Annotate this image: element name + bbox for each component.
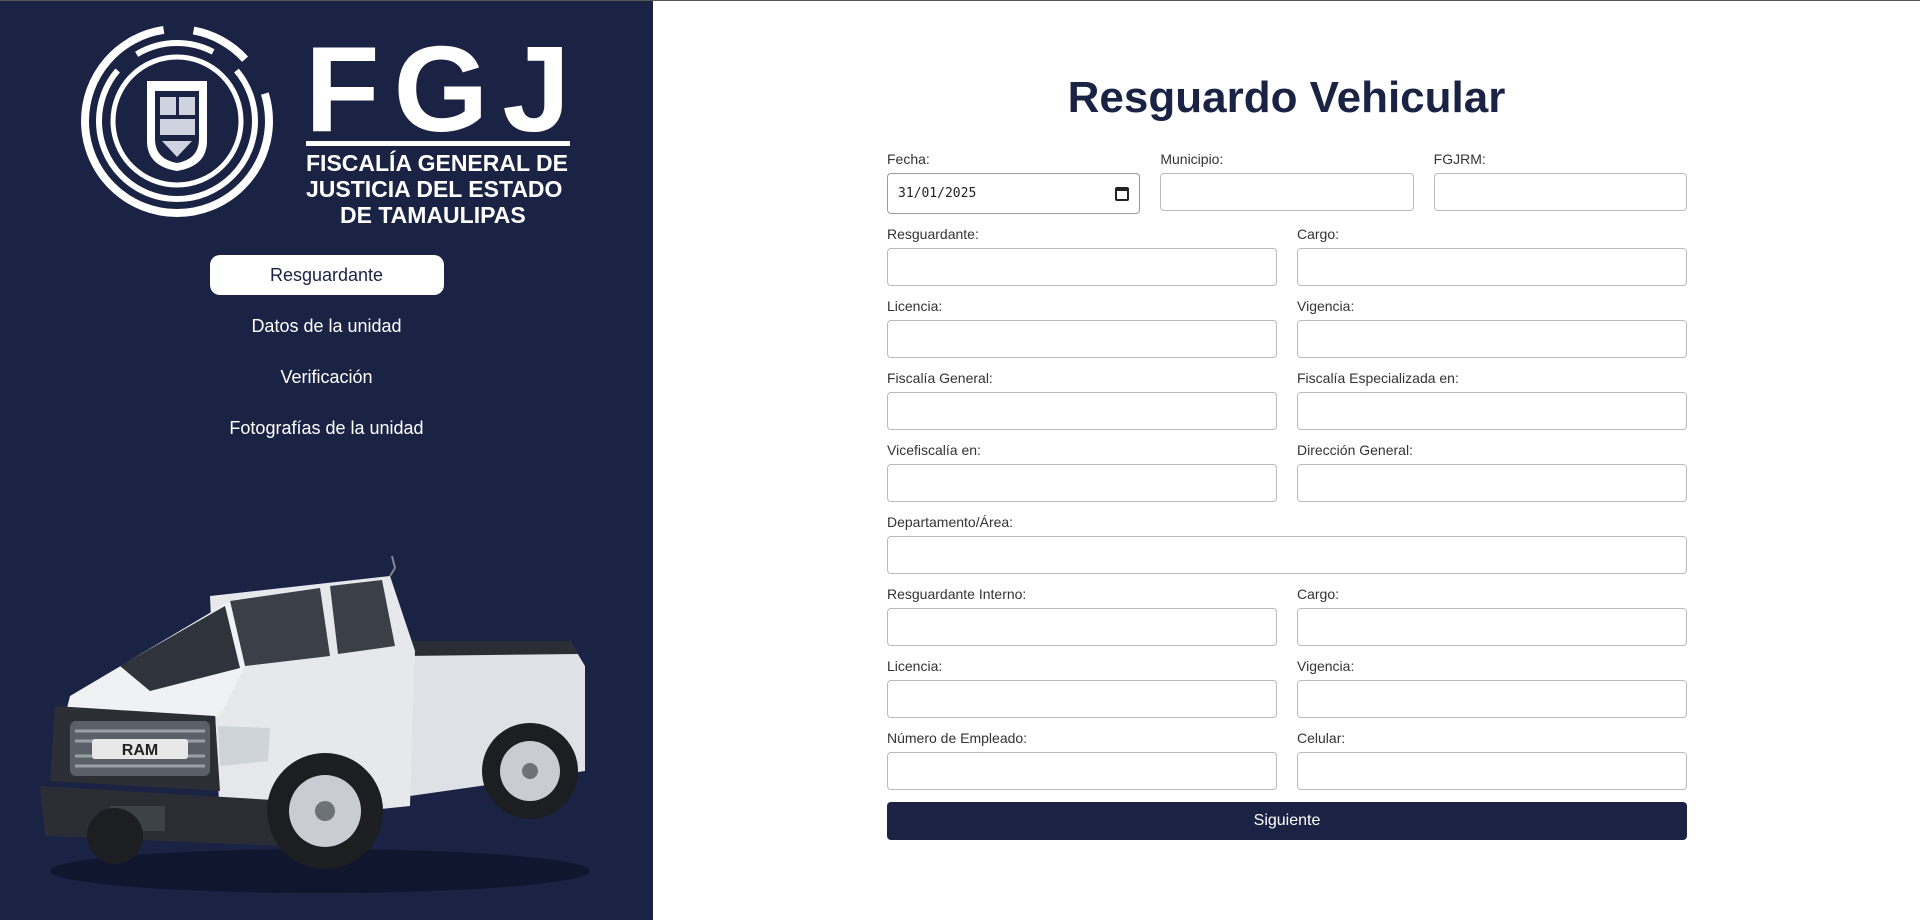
siguiente-button[interactable]: Siguiente [887, 802, 1687, 840]
cargo-label: Cargo: [1297, 226, 1340, 242]
fgjrm-label: FGJRM: [1433, 151, 1486, 167]
vicefiscalia-label: Vicefiscalía en: [887, 442, 981, 458]
resguardante-field-group: Resguardante: [887, 226, 1277, 286]
fiscalia-general-label: Fiscalía General: [887, 370, 993, 386]
licencia-interno-label: Licencia: [887, 658, 943, 674]
logo-line-1: FISCALÍA GENERAL DE [306, 149, 568, 176]
sidebar-nav: Resguardante Datos de la unidad Verifica… [0, 255, 653, 459]
vigencia-interno-field-group: Vigencia: [1297, 658, 1687, 718]
licencia-label: Licencia: [887, 298, 943, 314]
licencia-field-group: Licencia: [887, 298, 1277, 358]
cargo-field-group: Cargo: [1297, 226, 1687, 286]
direccion-general-label: Dirección General: [1297, 442, 1413, 458]
municipio-field-group: Municipio: [1160, 151, 1414, 214]
main-content: Resguardo Vehicular Fecha: 31/01/2025 Mu… [653, 1, 1920, 920]
direccion-general-field-group: Dirección General: [1297, 442, 1687, 502]
celular-field-group: Celular: [1297, 730, 1687, 790]
sidebar: FGJ FISCALÍA GENERAL DE JUSTICIA DEL EST… [0, 1, 653, 920]
nav-item-fotografias[interactable]: Fotografías de la unidad [210, 408, 444, 448]
vicefiscalia-input[interactable] [887, 464, 1277, 502]
calendar-icon[interactable] [1115, 186, 1130, 201]
numero-empleado-label: Número de Empleado: [887, 730, 1028, 746]
truck-badge: RAM [122, 742, 158, 759]
fiscalia-especializada-field-group: Fiscalía Especializada en: [1297, 370, 1687, 430]
municipio-label: Municipio: [1160, 151, 1224, 167]
celular-input[interactable] [1297, 752, 1687, 790]
vigencia-interno-label: Vigencia: [1297, 658, 1355, 674]
vigencia-field-group: Vigencia: [1297, 298, 1687, 358]
form-row: Licencia: Vigencia: [887, 298, 1687, 358]
fgj-logo: FGJ FISCALÍA GENERAL DE JUSTICIA DEL EST… [81, 21, 580, 226]
licencia-interno-field-group: Licencia: [887, 658, 1277, 718]
logo-line-3: DE TAMAULIPAS [340, 202, 526, 226]
resguardante-interno-field-group: Resguardante Interno: [887, 586, 1277, 646]
celular-label: Celular: [1297, 730, 1346, 746]
form-row: Fiscalía General: Fiscalía Especializada… [887, 370, 1687, 430]
vigencia-input[interactable] [1297, 320, 1687, 358]
form-row: Vicefiscalía en: Dirección General: [887, 442, 1687, 502]
nav-item-datos-unidad[interactable]: Datos de la unidad [210, 306, 444, 346]
logo-line-2: JUSTICIA DEL ESTADO [306, 176, 562, 202]
resguardante-interno-input[interactable] [887, 608, 1277, 646]
resguardo-form: Fecha: 31/01/2025 Municipio: FGJRM: Resg… [887, 151, 1687, 840]
cargo-input[interactable] [1297, 248, 1687, 286]
nav-item-verificacion[interactable]: Verificación [210, 357, 444, 397]
cargo-interno-field-group: Cargo: [1297, 586, 1687, 646]
cargo-interno-label: Cargo: [1297, 586, 1340, 602]
logo-letters: FGJ [305, 21, 580, 157]
fiscalia-especializada-label: Fiscalía Especializada en: [1297, 370, 1459, 386]
departamento-input[interactable] [887, 536, 1687, 574]
pickup-truck-image: RAM [40, 556, 590, 893]
page-title: Resguardo Vehicular [1067, 73, 1506, 122]
fecha-field-group: Fecha: 31/01/2025 [887, 151, 1141, 214]
form-row: Número de Empleado: Celular: [887, 730, 1687, 790]
fiscalia-especializada-input[interactable] [1297, 392, 1687, 430]
municipio-input[interactable] [1160, 173, 1414, 211]
resguardante-label: Resguardante: [887, 226, 979, 242]
numero-empleado-input[interactable] [887, 752, 1277, 790]
fiscalia-general-field-group: Fiscalía General: [887, 370, 1277, 430]
departamento-field-group: Departamento/Área: [887, 514, 1687, 574]
direccion-general-input[interactable] [1297, 464, 1687, 502]
vigencia-interno-input[interactable] [1297, 680, 1687, 718]
fgjrm-input[interactable] [1433, 173, 1687, 211]
seal-icon [81, 25, 273, 217]
licencia-input[interactable] [887, 320, 1277, 358]
fecha-label: Fecha: [887, 151, 930, 167]
form-row: Licencia: Vigencia: [887, 658, 1687, 718]
resguardante-interno-label: Resguardante Interno: [887, 586, 1027, 602]
form-row: Departamento/Área: [887, 514, 1687, 574]
departamento-label: Departamento/Área: [887, 514, 1014, 530]
cargo-interno-input[interactable] [1297, 608, 1687, 646]
fgjrm-field-group: FGJRM: [1433, 151, 1687, 214]
resguardante-input[interactable] [887, 248, 1277, 286]
licencia-interno-input[interactable] [887, 680, 1277, 718]
nav-item-resguardante[interactable]: Resguardante [209, 255, 444, 295]
form-row: Fecha: 31/01/2025 Municipio: FGJRM: [887, 151, 1687, 214]
form-row: Resguardante Interno: Cargo: [887, 586, 1687, 646]
vicefiscalia-field-group: Vicefiscalía en: [887, 442, 1277, 502]
fecha-value: 31/01/2025 [898, 186, 977, 201]
numero-empleado-field-group: Número de Empleado: [887, 730, 1277, 790]
form-row: Resguardante: Cargo: [887, 226, 1687, 286]
fecha-input[interactable]: 31/01/2025 [887, 173, 1141, 214]
fiscalia-general-input[interactable] [887, 392, 1277, 430]
vigencia-label: Vigencia: [1297, 298, 1355, 314]
